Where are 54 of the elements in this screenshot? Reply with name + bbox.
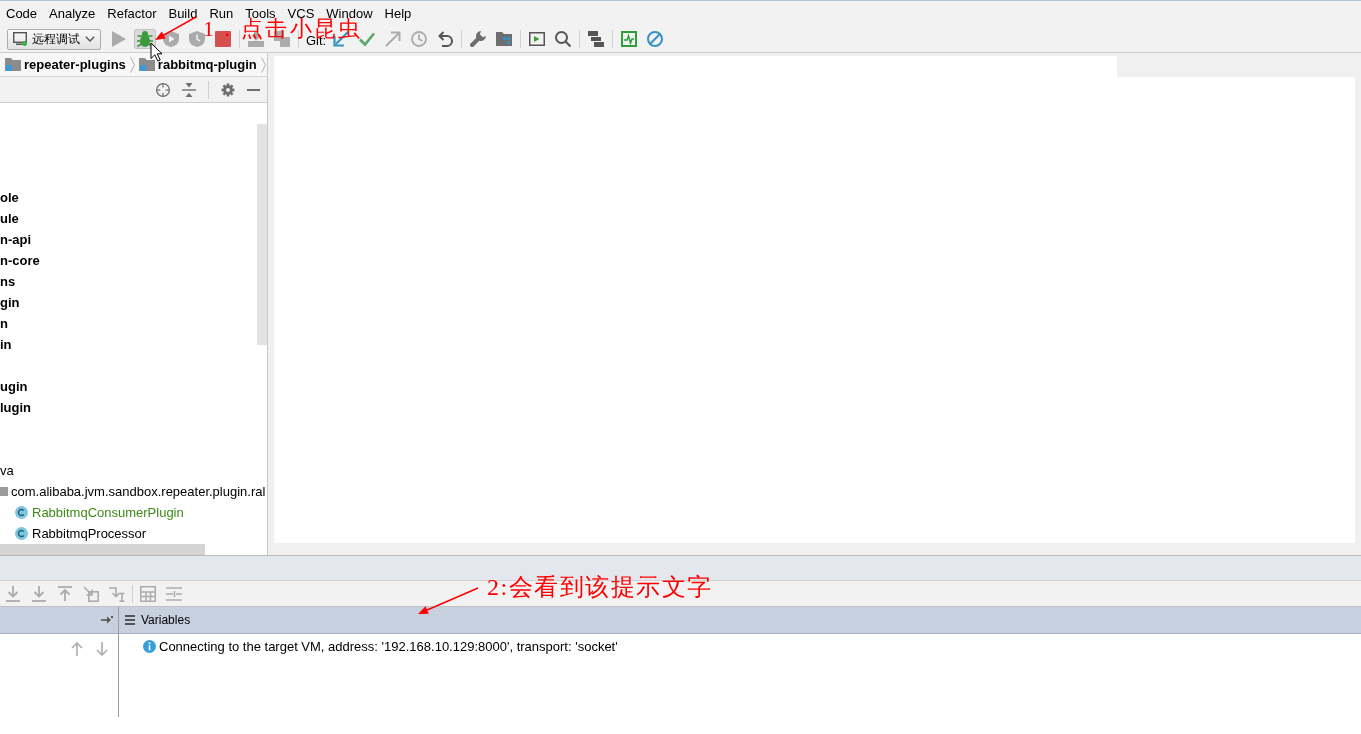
- tree-item[interactable]: RabbitmqConsumerPlugin: [0, 502, 184, 523]
- pin-icon[interactable]: [101, 616, 113, 624]
- collapse-icon[interactable]: [182, 82, 196, 97]
- package-icon: [0, 487, 8, 496]
- list-icon: [125, 615, 135, 625]
- arrow-up-icon[interactable]: [71, 642, 83, 656]
- folder-icon: [5, 58, 21, 71]
- folder-grid-icon[interactable]: [496, 31, 513, 47]
- console-message: Connecting to the target VM, address: '192.168.10.129:8000', transport: 'socket': [159, 638, 618, 654]
- tree-item[interactable]: va: [0, 460, 14, 481]
- class-icon: [15, 506, 28, 519]
- tree-item[interactable]: gin: [0, 292, 20, 313]
- menu-item[interactable]: Help: [378, 7, 418, 20]
- crosshair-icon[interactable]: [156, 82, 170, 97]
- arrow-down-icon[interactable]: [96, 642, 108, 656]
- tree-item[interactable]: ns: [0, 271, 16, 292]
- info-icon: [143, 639, 156, 653]
- folder-icon: [138, 58, 155, 71]
- breadcrumb-item[interactable]: repeater-plugins: [5, 57, 126, 72]
- tree-item[interactable]: in: [0, 334, 12, 355]
- menu-item[interactable]: Run: [203, 7, 240, 20]
- tree-item[interactable]: ugin: [0, 376, 28, 397]
- tree-item[interactable]: ule: [0, 208, 19, 229]
- tree-item[interactable]: com.alibaba.jvm.sandbox.repeater.plugin.ral: [0, 481, 266, 502]
- scrollbar-thumb[interactable]: [257, 124, 267, 345]
- stacked-windows-icon[interactable]: [588, 31, 605, 47]
- wrench-icon[interactable]: [470, 31, 487, 47]
- tree-item[interactable]: lugin: [0, 397, 32, 418]
- menu-item[interactable]: Refactor: [101, 7, 163, 20]
- minimize-icon[interactable]: [247, 88, 260, 91]
- run-config-dropdown[interactable]: 远程调试: [7, 28, 101, 50]
- monitor-icon: [13, 32, 27, 46]
- tree-item[interactable]: n-core: [0, 250, 40, 271]
- menu-item[interactable]: Build: [162, 7, 204, 20]
- chevron-right-icon: [260, 56, 266, 73]
- annotation-text: 2:会看到该提示文字: [487, 574, 713, 600]
- variables-title: Variables: [141, 613, 191, 627]
- tree-item[interactable]: RabbitmqProcessor: [0, 523, 147, 544]
- tree-item[interactable]: n-api: [0, 229, 32, 250]
- menu-item[interactable]: Analyze: [43, 7, 102, 20]
- menu-item[interactable]: Code: [0, 7, 44, 20]
- settings-icon[interactable]: [221, 82, 235, 97]
- chevron-right-icon: [129, 56, 135, 73]
- annotation-arrow: [416, 586, 480, 616]
- check-icon[interactable]: [359, 31, 376, 47]
- undo-icon[interactable]: [437, 31, 454, 47]
- tree-item[interactable]: n: [0, 313, 8, 334]
- pulse-monitor-icon[interactable]: [621, 31, 638, 47]
- class-icon: [15, 527, 28, 540]
- chevron-down-icon: [85, 36, 95, 42]
- ban-icon[interactable]: [647, 31, 664, 47]
- terminal-icon[interactable]: [529, 31, 546, 47]
- tree-item[interactable]: ole: [0, 187, 19, 208]
- search-icon[interactable]: [555, 31, 572, 47]
